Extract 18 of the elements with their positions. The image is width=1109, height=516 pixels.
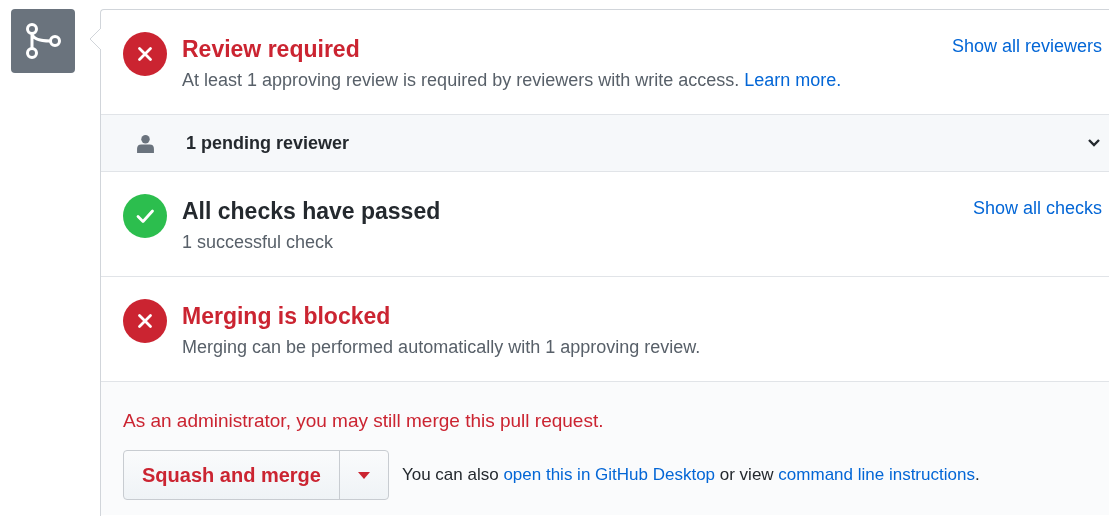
pending-reviewer-label: 1 pending reviewer: [186, 132, 351, 154]
admin-notice: As an administrator, you may still merge this pull request.: [123, 409, 605, 433]
status-title: All checks have passed: [182, 197, 442, 226]
status-description: Merging can be performed automatically with 1 approving review.: [182, 336, 702, 359]
hint-link[interactable]: open this in GitHub Desktop: [503, 465, 716, 484]
learn-more-link[interactable]: Learn more.: [744, 70, 842, 90]
hint-link[interactable]: command line instructions: [778, 465, 975, 484]
branch-icon: [11, 9, 75, 73]
merge-hint: You can also open this in GitHub Desktop or view command line instructions.: [401, 465, 980, 485]
status-title: Merging is blocked: [182, 302, 392, 331]
status-title: Review required: [182, 35, 361, 64]
status-description: 1 successful check: [182, 231, 335, 254]
reviewers-row[interactable]: 1 pending reviewer: [101, 115, 1109, 172]
person-icon: [137, 133, 154, 153]
caret-icon: [357, 471, 370, 479]
show-all-link[interactable]: Show all checks: [972, 198, 1102, 219]
status-description: At least 1 approving review is required by reviewers with write access. Learn more.: [182, 69, 843, 92]
show-all-link[interactable]: Show all reviewers: [951, 36, 1102, 57]
